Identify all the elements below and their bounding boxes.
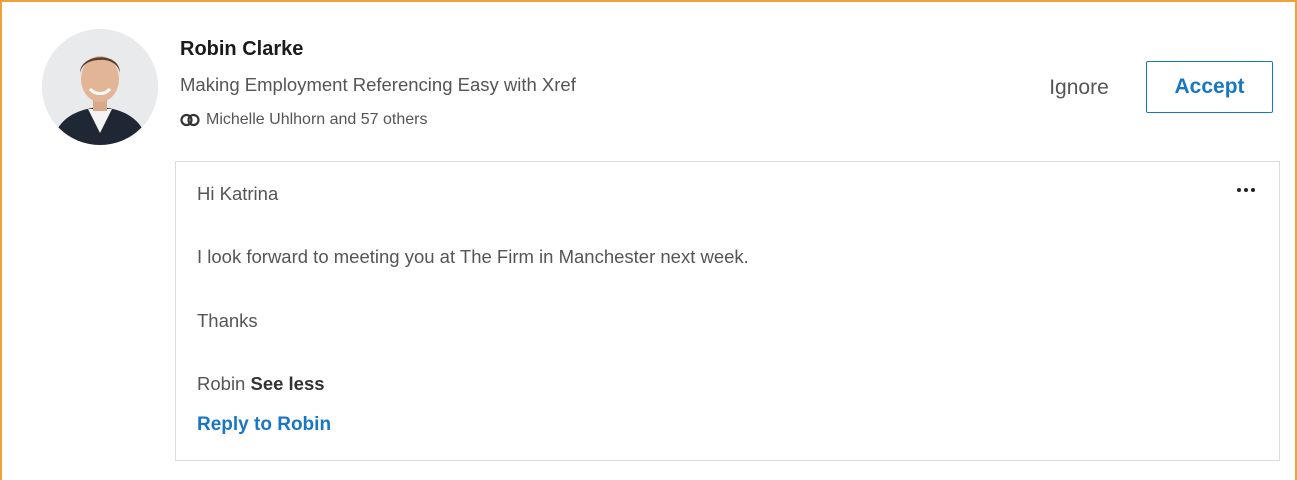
invitation-card: Robin Clarke Making Employment Referenci… [0,0,1297,480]
mutual-connections-icon [180,113,200,127]
reply-link[interactable]: Reply to Robin [197,414,331,436]
more-options-icon[interactable] [1231,178,1261,202]
invitation-message: Hi Katrina I look forward to meeting you… [175,161,1280,461]
message-signature-line: Robin See less [197,373,325,395]
profile-avatar[interactable] [42,29,158,145]
accept-button[interactable]: Accept [1146,61,1273,113]
profile-photo-icon [42,29,158,145]
sender-name[interactable]: Robin Clarke [180,38,303,61]
message-closing: Thanks [197,310,258,331]
message-greeting: Hi Katrina [197,183,279,204]
mutual-connections-text: Michelle Uhlhorn and 57 others [206,111,428,128]
see-less-link[interactable]: See less [250,373,324,394]
message-signature: Robin [197,373,246,394]
ignore-button[interactable]: Ignore [1022,63,1136,113]
sender-headline: Making Employment Referencing Easy with … [180,74,576,95]
mutual-connections[interactable]: Michelle Uhlhorn and 57 others [180,111,427,129]
message-body: I look forward to meeting you at The Fir… [197,246,749,267]
